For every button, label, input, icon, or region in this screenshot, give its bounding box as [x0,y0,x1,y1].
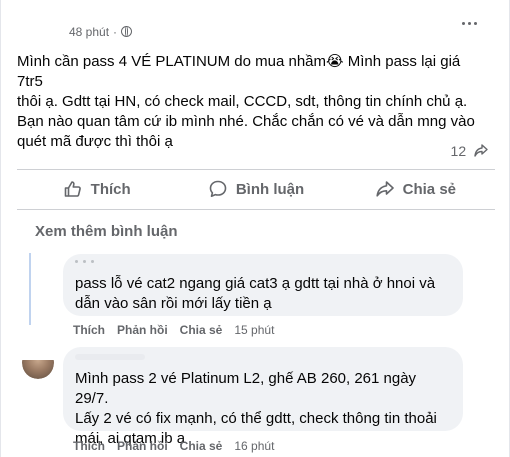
comment-reply-link[interactable]: Phản hồi [117,323,168,337]
globe-icon [121,26,133,37]
thumbs-up-icon [64,181,81,197]
comment-thread-line [29,253,31,325]
post-timestamp[interactable]: 48 phút · [69,25,133,39]
separator-dot: · [113,25,118,39]
share-button[interactable]: Chia sẻ [336,170,495,208]
more-options-button[interactable] [457,14,483,34]
post-header: 48 phút · [1,0,510,40]
like-button[interactable]: Thích [17,170,176,208]
comment-share-link[interactable]: Chia sẻ [180,439,223,453]
comment-label[interactable]: Bình luận [236,181,304,198]
post-time-text[interactable]: 48 phút [69,25,109,39]
commenter-name-faded[interactable] [75,260,135,270]
comment-text-line: pass lỗ vé cat2 ngang giá cat3 ạ gdtt tạ… [75,275,436,292]
avatar[interactable] [22,360,54,379]
avatar-image [22,360,54,379]
share-count[interactable]: 12 [451,143,489,159]
comment-meta: Thích Phản hồi Chia sẻ 15 phút [73,323,274,337]
commenter-name-faded[interactable] [75,354,145,360]
comment-text-line: Lấy 2 vé có fix mạnh, có thể gdtt, check… [75,410,437,427]
comment-timestamp[interactable]: 16 phút [234,439,274,453]
share-label[interactable]: Chia sẻ [403,181,456,198]
post-text-line: quét mã được thì thôi ạ [17,133,173,150]
more-dot-icon [462,22,465,25]
comment-like-link[interactable]: Thích [73,439,105,453]
view-more-comments-link[interactable]: Xem thêm bình luận [35,223,178,240]
post-text: Mình cần pass 4 VÉ PLATINUM do mua nhầm😭… [17,52,487,152]
comment-button[interactable]: Bình luận [176,170,335,208]
comment-bubble-icon [209,180,227,197]
more-dot-icon [474,22,477,25]
share-arrows-icon [474,144,488,157]
comment-bubble: Mình pass 2 vé Platinum L2, ghế AB 260, … [63,347,463,447]
comment-text-line: dẫn vào sân rồi mới lấy tiền ạ [75,295,272,312]
post-text-line: Mình cần pass 4 VÉ PLATINUM do mua nhầm😭… [17,53,461,90]
comment-like-link[interactable]: Thích [73,323,105,337]
more-dot-icon [468,22,471,25]
comment-text-line: Mình pass 2 vé Platinum L2, ghế AB 260, … [75,370,417,407]
comment-share-link[interactable]: Chia sẻ [180,323,223,337]
post-card: 48 phút · Mình cần pass 4 VÉ PLATINUM do … [0,0,510,457]
like-label[interactable]: Thích [91,181,131,198]
comment-timestamp[interactable]: 15 phút [234,323,274,337]
divider [17,209,495,210]
comment-meta: Thích Phản hồi Chia sẻ 16 phút [73,439,274,453]
share-arrow-icon [376,181,394,197]
post-text-line: thôi ạ. Gdtt tại HN, có check mail, CCCD… [17,93,468,110]
comment-reply-link[interactable]: Phản hồi [117,439,168,453]
share-count-value[interactable]: 12 [451,143,467,159]
post-text-line: Bạn nào quan tâm cứ ib mình nhé. Chắc ch… [17,113,475,130]
comment-bubble: pass lỗ vé cat2 ngang giá cat3 ạ gdtt tạ… [63,254,463,316]
action-bar: Thích Bình luận Chia sẻ [17,170,495,208]
